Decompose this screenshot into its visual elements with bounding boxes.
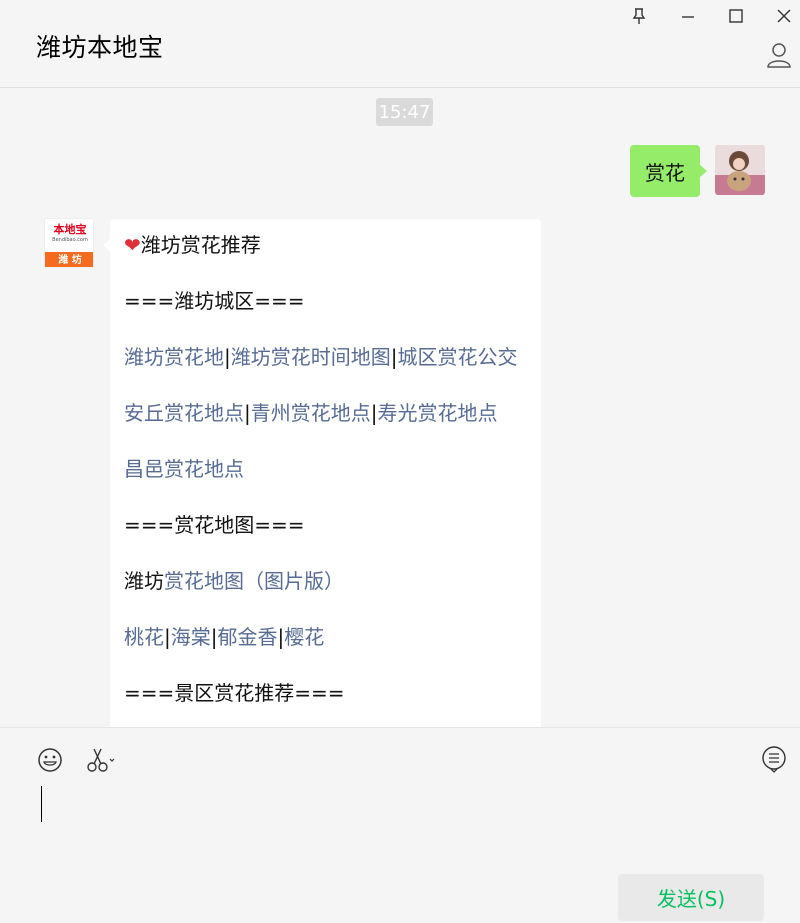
link-city-flower-bus[interactable]: 城区赏花公交: [398, 345, 518, 369]
link-row: 安丘赏花地点|青州赏花地点|寿光赏花地点: [124, 401, 527, 457]
emoji-button[interactable]: [36, 746, 64, 774]
link-cherry-blossom[interactable]: 樱花: [284, 625, 324, 649]
maximize-button[interactable]: [723, 4, 749, 28]
section-heading: ===赏花地图===: [124, 513, 305, 537]
link-qingzhou[interactable]: 青州赏花地点: [251, 401, 371, 425]
maximize-icon: [729, 9, 743, 23]
minimize-button[interactable]: [675, 4, 701, 28]
logo-city: 潍 坊: [45, 252, 93, 267]
link-row: 昌邑赏花地点: [124, 457, 527, 513]
message-list[interactable]: 15:47 赏花 本地宝 Bendibao.com 潍 坊 ❤潍坊赏花推荐 ==…: [0, 89, 800, 727]
incoming-message-bubble: ❤潍坊赏花推荐 ===潍坊城区=== 潍坊赏花地|潍坊赏花时间地图|城区赏花公交…: [103, 219, 541, 727]
emoji-icon: [38, 748, 62, 772]
my-avatar[interactable]: [715, 145, 765, 195]
section-heading: ===潍坊城区===: [124, 289, 305, 313]
link-crabapple[interactable]: 海棠: [171, 625, 211, 649]
close-icon: [777, 9, 791, 23]
logo-domain: Bendibao.com: [52, 237, 88, 243]
separator: |: [210, 625, 218, 649]
message-title: 潍坊赏花推荐: [140, 233, 261, 257]
screenshot-button[interactable]: [84, 746, 118, 774]
link-flower-map-image[interactable]: 赏花地图（图片版）: [164, 569, 344, 593]
link-row: 潍坊赏花地|潍坊赏花时间地图|城区赏花公交: [124, 345, 527, 401]
scissors-icon: [87, 748, 115, 772]
close-button[interactable]: [771, 4, 797, 28]
link-changyi[interactable]: 昌邑赏花地点: [124, 457, 244, 481]
person-icon: [767, 43, 791, 68]
link-flower-time-map[interactable]: 潍坊赏花时间地图: [231, 345, 391, 369]
link-weifang-flower-spots[interactable]: 潍坊赏花地: [124, 345, 224, 369]
logo-text: 本地宝: [53, 223, 87, 236]
chat-history-icon: [762, 746, 786, 773]
heart-icon: ❤: [124, 233, 141, 257]
send-button[interactable]: 发送(S): [618, 874, 764, 921]
separator: |: [390, 345, 398, 369]
link-tulip[interactable]: 郁金香: [218, 625, 278, 649]
separator: |: [244, 401, 251, 425]
composer: 发送(S): [0, 727, 800, 923]
bendibao-logo: 本地宝 Bendibao.com: [45, 219, 93, 252]
title-bar: 潍坊本地宝: [0, 0, 800, 88]
minimize-icon: [682, 16, 694, 18]
pin-button[interactable]: [626, 4, 652, 28]
link-peach-blossom[interactable]: 桃花: [124, 625, 164, 649]
section-heading: ===景区赏花推荐===: [124, 681, 345, 705]
chat-info-button[interactable]: [762, 38, 796, 72]
chat-title: 潍坊本地宝: [36, 33, 164, 62]
message-timestamp: 15:47: [376, 98, 433, 126]
outgoing-message-bubble[interactable]: 赏花: [630, 145, 707, 197]
map-prefix: 潍坊: [124, 569, 164, 593]
link-anqiu[interactable]: 安丘赏花地点: [124, 401, 244, 425]
separator: |: [224, 345, 231, 369]
separator: |: [370, 401, 378, 425]
text-input-caret[interactable]: [41, 786, 42, 822]
pin-icon: [632, 8, 646, 24]
link-row: 潍坊赏花地图（图片版）: [124, 569, 527, 625]
separator: |: [164, 625, 171, 649]
link-row: 桃花|海棠|郁金香|樱花: [124, 625, 527, 681]
avatar-photo-icon: [715, 145, 765, 195]
chat-history-button[interactable]: [760, 744, 788, 774]
message-title-line: ❤潍坊赏花推荐: [124, 233, 527, 289]
link-shouguang[interactable]: 寿光赏花地点: [378, 401, 498, 425]
bot-avatar[interactable]: 本地宝 Bendibao.com 潍 坊: [44, 218, 94, 268]
